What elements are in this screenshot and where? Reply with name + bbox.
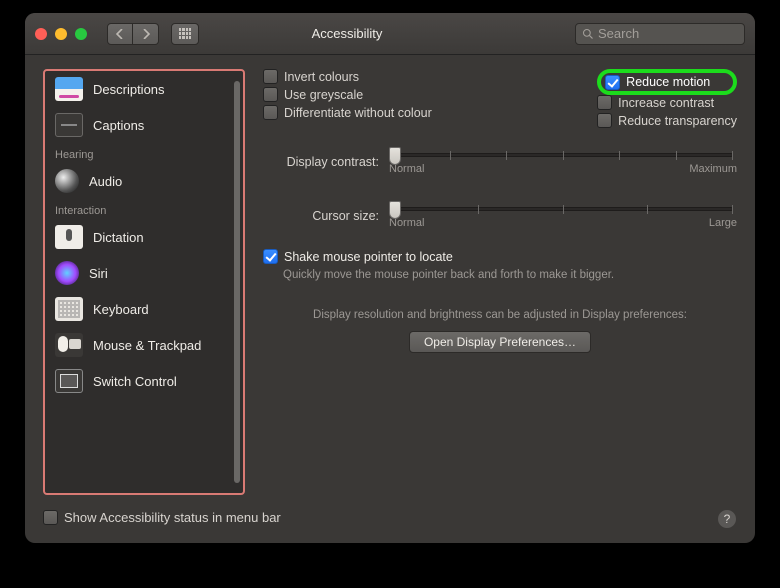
sidebar-scrollbar[interactable] (234, 81, 240, 483)
checkbox-icon (263, 249, 278, 264)
display-contrast-row: Display contrast: Normal Maximum (263, 147, 737, 177)
chevron-right-icon (142, 29, 150, 39)
checkbox-label: Differentiate without colour (284, 106, 432, 120)
reduce-motion-highlight: Reduce motion (597, 69, 737, 95)
checkbox-icon (597, 95, 612, 110)
checkbox-label: Shake mouse pointer to locate (284, 250, 453, 264)
zoom-window-button[interactable] (75, 28, 87, 40)
checkbox-label: Use greyscale (284, 88, 363, 102)
checkbox-label: Increase contrast (618, 96, 714, 110)
sidebar-section-interaction: Interaction (45, 199, 243, 219)
back-button[interactable] (107, 23, 133, 45)
forward-button[interactable] (133, 23, 159, 45)
checkbox-icon (605, 75, 620, 90)
display-contrast-label: Display contrast: (263, 155, 379, 169)
checkbox-icon (43, 510, 58, 525)
sidebar-item-label: Keyboard (93, 302, 149, 317)
search-placeholder: Search (598, 26, 639, 41)
reduce-motion-checkbox[interactable]: Reduce motion (603, 75, 710, 90)
descriptions-icon (55, 77, 83, 101)
keyboard-icon (55, 297, 83, 321)
display-settings-panel: Invert colours Use greyscale Differentia… (263, 69, 737, 495)
open-display-preferences-button[interactable]: Open Display Preferences… (409, 331, 591, 353)
sidebar-item-audio[interactable]: Audio (45, 163, 243, 199)
siri-icon (55, 261, 79, 285)
minimize-window-button[interactable] (55, 28, 67, 40)
sidebar-highlight: Descriptions Captions Hearing Audio Inte… (43, 69, 245, 495)
reduce-transparency-checkbox[interactable]: Reduce transparency (597, 113, 737, 128)
chevron-left-icon (116, 29, 124, 39)
traffic-lights (35, 28, 87, 40)
search-field[interactable]: Search (575, 23, 745, 45)
close-window-button[interactable] (35, 28, 47, 40)
checkbox-icon (263, 87, 278, 102)
sidebar-item-label: Siri (89, 266, 108, 281)
sidebar-item-label: Captions (93, 118, 144, 133)
shake-mouse-description: Quickly move the mouse pointer back and … (283, 269, 737, 281)
search-icon (582, 28, 594, 40)
checkbox-label: Show Accessibility status in menu bar (64, 510, 281, 525)
accessibility-preferences-window: Accessibility Search Descriptions Captio… (25, 13, 755, 543)
shake-mouse-checkbox[interactable]: Shake mouse pointer to locate (263, 249, 737, 264)
invert-colours-checkbox[interactable]: Invert colours (263, 69, 579, 84)
sidebar-item-dictation[interactable]: Dictation (45, 219, 243, 255)
sidebar-item-descriptions[interactable]: Descriptions (45, 71, 243, 107)
display-contrast-slider[interactable]: Normal Maximum (389, 147, 737, 177)
sidebar-section-hearing: Hearing (45, 143, 243, 163)
sidebar-item-label: Switch Control (93, 374, 177, 389)
use-greyscale-checkbox[interactable]: Use greyscale (263, 87, 579, 102)
nav-group (107, 23, 159, 45)
display-preferences-note: Display resolution and brightness can be… (263, 309, 737, 321)
dictation-icon (55, 225, 83, 249)
cursor-size-label: Cursor size: (263, 209, 379, 223)
checkbox-icon (263, 105, 278, 120)
cursor-size-row: Cursor size: Normal Large (263, 201, 737, 231)
titlebar: Accessibility Search (25, 13, 755, 55)
checkbox-label: Reduce transparency (618, 114, 737, 128)
checkbox-icon (597, 113, 612, 128)
show-in-menubar-checkbox[interactable]: Show Accessibility status in menu bar (43, 510, 281, 525)
cursor-size-slider[interactable]: Normal Large (389, 201, 737, 231)
window-title: Accessibility (171, 26, 523, 41)
category-sidebar[interactable]: Descriptions Captions Hearing Audio Inte… (45, 71, 243, 493)
sidebar-item-siri[interactable]: Siri (45, 255, 243, 291)
footer: Show Accessibility status in menu bar ? (25, 499, 755, 543)
increase-contrast-checkbox[interactable]: Increase contrast (597, 95, 737, 110)
switch-control-icon (55, 369, 83, 393)
audio-icon (55, 169, 79, 193)
differentiate-without-colour-checkbox[interactable]: Differentiate without colour (263, 105, 579, 120)
checkbox-label: Reduce motion (626, 75, 710, 89)
sidebar-item-label: Descriptions (93, 82, 165, 97)
sidebar-item-label: Mouse & Trackpad (93, 338, 201, 353)
mouse-icon (55, 333, 83, 357)
slider-max-label: Maximum (689, 163, 737, 175)
slider-max-label: Large (709, 217, 737, 229)
checkbox-icon (263, 69, 278, 84)
help-button[interactable]: ? (717, 509, 737, 529)
captions-icon (55, 113, 83, 137)
slider-thumb-icon (389, 147, 401, 165)
sidebar-item-mouse-trackpad[interactable]: Mouse & Trackpad (45, 327, 243, 363)
sidebar-item-switch-control[interactable]: Switch Control (45, 363, 243, 399)
sidebar-item-label: Audio (89, 174, 122, 189)
checkbox-label: Invert colours (284, 70, 359, 84)
sidebar-item-keyboard[interactable]: Keyboard (45, 291, 243, 327)
sidebar-item-label: Dictation (93, 230, 144, 245)
slider-thumb-icon (389, 201, 401, 219)
sidebar-item-captions[interactable]: Captions (45, 107, 243, 143)
